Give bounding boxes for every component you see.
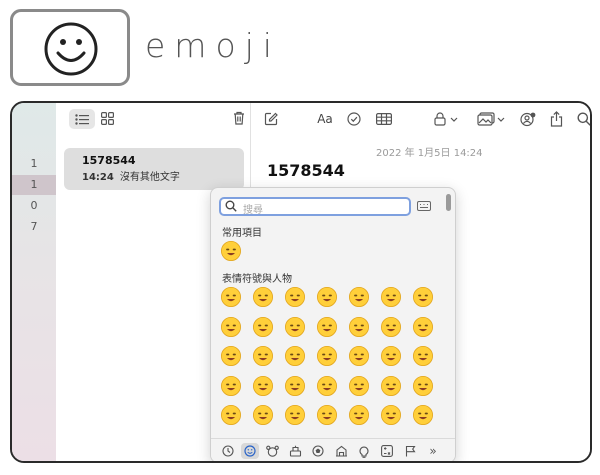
emoji-badge xyxy=(10,9,130,86)
scrollbar[interactable] xyxy=(446,194,451,211)
format-text-icon[interactable]: Aa xyxy=(315,109,335,129)
emoji-button[interactable]: 😄 xyxy=(284,286,306,308)
emoji-button[interactable]: 😜 xyxy=(348,375,370,397)
emoji-button[interactable]: 😌 xyxy=(252,345,274,367)
checklist-icon[interactable] xyxy=(346,109,362,129)
trash-icon[interactable] xyxy=(232,110,246,126)
compose-icon[interactable] xyxy=(263,109,279,129)
frequent-label: 常用項目 xyxy=(222,228,262,239)
emoji-button[interactable]: 🥳 xyxy=(380,404,402,426)
sidebar-number[interactable]: 1 xyxy=(12,154,56,174)
emoji-button[interactable]: 🤩 xyxy=(348,404,370,426)
emoji-button[interactable]: 🙂 xyxy=(380,316,402,338)
emoji-button[interactable]: 😎 xyxy=(284,404,306,426)
emoji-button[interactable]: 😇 xyxy=(348,316,370,338)
caption: emoji xyxy=(145,26,281,65)
note-list-item[interactable]: 1578544 14:24 沒有其他文字 xyxy=(64,148,244,190)
emoji-button[interactable]: 🤨 xyxy=(412,375,434,397)
emoji-button[interactable]: 😛 xyxy=(284,375,306,397)
emoji-button[interactable]: 😘 xyxy=(348,345,370,367)
notes-window: 1 1 0 7 1578544 14:24 沒有其他文字 Aa 2022 年 1… xyxy=(10,101,592,463)
lock-icon[interactable] xyxy=(433,109,461,129)
emoji-button[interactable]: 🤪 xyxy=(380,375,402,397)
flag-icon[interactable] xyxy=(401,443,419,459)
note-date: 2022 年 1月5日 14:24 xyxy=(376,148,483,159)
emoji-button[interactable]: 😊 xyxy=(316,316,338,338)
sidebar-number[interactable]: 1 xyxy=(12,175,56,195)
keyboard-icon[interactable] xyxy=(417,201,431,211)
emoji-button[interactable]: 🤣 xyxy=(220,316,242,338)
emoji-button[interactable]: 😏 xyxy=(412,404,434,426)
emoji-button[interactable]: 🤓 xyxy=(252,404,274,426)
search-icon[interactable] xyxy=(576,109,590,129)
animal-icon[interactable] xyxy=(263,443,281,459)
list-view-icon[interactable] xyxy=(69,109,95,129)
note-time: 14:24 xyxy=(82,172,114,183)
note-meta: 14:24 沒有其他文字 xyxy=(82,168,244,183)
emoji-button[interactable]: 🧐 xyxy=(220,404,242,426)
emoji-button[interactable]: 😉 xyxy=(220,345,242,367)
emoji-picker: 搜尋 常用項目 表情符號與人物 😜 😀 😃 😄 😁 😆 😅 😂 🤣 🥲 ☺️ 😊 😇 🙂 🙃 😉 😌 😍 🥰 😘 😗 😙 😚… xyxy=(210,187,456,461)
search-placeholder: 搜尋 xyxy=(243,205,263,216)
note-preview: 沒有其他文字 xyxy=(119,172,180,183)
lightbulb-icon[interactable] xyxy=(355,443,373,459)
symbols-icon[interactable] xyxy=(378,443,396,459)
building-icon[interactable] xyxy=(332,443,350,459)
clock-icon[interactable] xyxy=(219,443,237,459)
emoji-button[interactable]: 😙 xyxy=(412,345,434,367)
emoji-button[interactable]: 😁 xyxy=(316,286,338,308)
emoji-button[interactable]: 🥸 xyxy=(316,404,338,426)
emoji-button[interactable]: 😍 xyxy=(284,345,306,367)
emoji-button[interactable]: 😃 xyxy=(252,286,274,308)
ball-icon[interactable] xyxy=(309,443,327,459)
note-title: 1578544 xyxy=(82,154,136,167)
share-icon[interactable] xyxy=(548,109,564,129)
more-icon[interactable]: » xyxy=(424,443,442,459)
emoji-button[interactable]: 😅 xyxy=(380,286,402,308)
frequent-emoji[interactable]: 😜 xyxy=(220,240,242,262)
emoji-button[interactable]: 🙃 xyxy=(412,316,434,338)
sidebar-number[interactable]: 0 xyxy=(12,196,56,216)
emoji-button[interactable]: 🥰 xyxy=(316,345,338,367)
emoji-button[interactable]: 😀 xyxy=(220,286,242,308)
emoji-button[interactable]: 😗 xyxy=(380,345,402,367)
smiley-icon[interactable] xyxy=(241,443,259,459)
smiley-icon xyxy=(44,22,98,76)
food-icon[interactable] xyxy=(286,443,304,459)
table-icon[interactable] xyxy=(375,109,393,129)
note-heading[interactable]: 1578544 xyxy=(267,161,345,180)
emoji-button[interactable]: 😚 xyxy=(220,375,242,397)
emoji-button[interactable]: 😆 xyxy=(348,286,370,308)
emoji-button[interactable]: 😝 xyxy=(316,375,338,397)
emoji-button[interactable]: 😂 xyxy=(412,286,434,308)
emoji-button[interactable]: 😋 xyxy=(252,375,274,397)
sidebar-strip: 1 1 0 7 xyxy=(12,103,56,461)
smileys-label: 表情符號與人物 xyxy=(222,274,292,285)
emoji-button[interactable]: 🥲 xyxy=(252,316,274,338)
media-icon[interactable] xyxy=(476,109,508,129)
category-bar: » xyxy=(211,438,455,461)
emoji-search-input[interactable]: 搜尋 xyxy=(219,197,411,216)
collaborate-icon[interactable] xyxy=(519,109,537,129)
search-icon xyxy=(225,200,237,212)
sidebar-number[interactable]: 7 xyxy=(12,217,56,237)
emoji-button[interactable]: ☺️ xyxy=(284,316,306,338)
gallery-view-icon[interactable] xyxy=(100,111,114,125)
